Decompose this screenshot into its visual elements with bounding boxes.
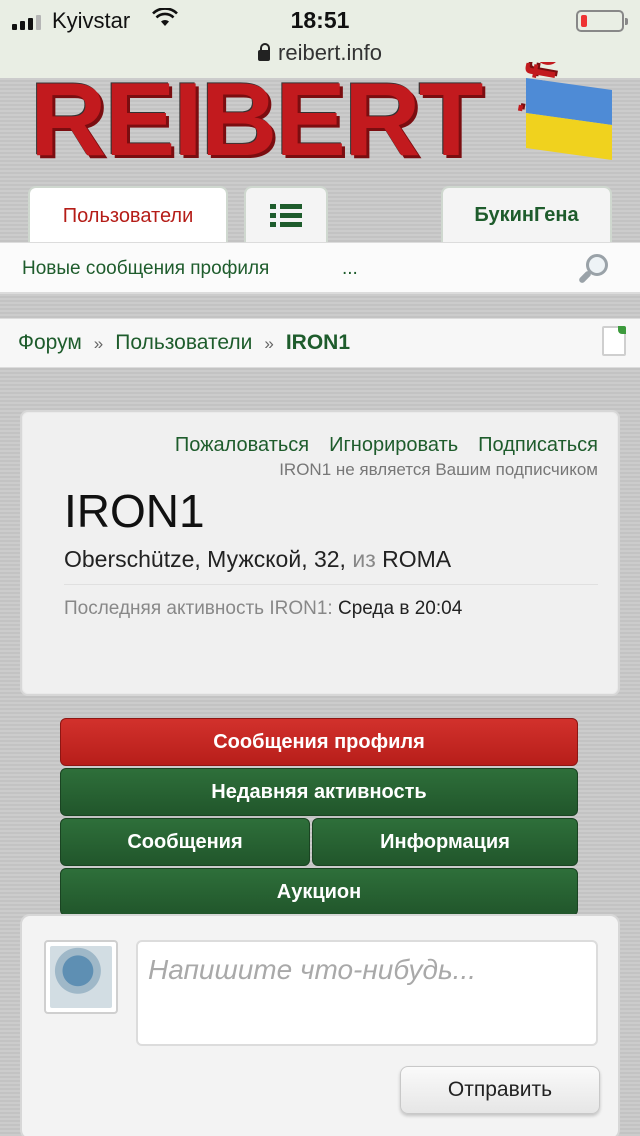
avatar[interactable] bbox=[44, 940, 118, 1014]
divider bbox=[64, 584, 598, 585]
last-activity: Последняя активность IRON1: Среда в 20:0… bbox=[64, 598, 462, 620]
follow-link[interactable]: Подписаться bbox=[478, 434, 598, 457]
breadcrumb-separator: » bbox=[93, 334, 104, 353]
profile-info-text: Oberschütze, Мужской, 32, bbox=[64, 546, 346, 572]
subnav-more[interactable]: ... bbox=[342, 258, 358, 280]
sub-navigation: Новые сообщения профиля ... bbox=[0, 242, 640, 294]
tab-profile-posts[interactable]: Сообщения профиля bbox=[60, 718, 578, 766]
profile-from-word: из bbox=[352, 546, 376, 572]
battery-icon bbox=[576, 10, 628, 32]
submit-button[interactable]: Отправить bbox=[400, 1066, 600, 1114]
logo-wordmark: REIBERT bbox=[30, 62, 483, 172]
post-input[interactable] bbox=[136, 940, 598, 1046]
tab-posts[interactable]: Сообщения bbox=[60, 818, 310, 866]
tab-account-label: БукинГена bbox=[474, 203, 579, 226]
last-activity-label: Последняя активность IRON1: bbox=[64, 598, 333, 619]
breadcrumb-users[interactable]: Пользователи bbox=[115, 331, 252, 355]
tab-auction[interactable]: Аукцион bbox=[60, 868, 578, 916]
breadcrumb-forum[interactable]: Форум bbox=[18, 331, 82, 355]
site-logo[interactable]: REIBERT info bbox=[30, 62, 590, 172]
profile-card: Пожаловаться Игнорировать Подписаться IR… bbox=[20, 410, 620, 696]
tab-recent-activity[interactable]: Недавняя активность bbox=[60, 768, 578, 816]
profile-info: Oberschütze, Мужской, 32, из ROMA bbox=[64, 546, 451, 573]
tab-information[interactable]: Информация bbox=[312, 818, 578, 866]
breadcrumb-current[interactable]: IRON1 bbox=[286, 331, 350, 355]
profile-post-composer: Отправить bbox=[20, 914, 620, 1136]
follow-status-note: IRON1 не является Вашим подписчиком bbox=[279, 460, 598, 479]
document-icon[interactable] bbox=[602, 326, 626, 356]
breadcrumb-separator: » bbox=[264, 334, 274, 353]
list-menu-icon bbox=[270, 203, 302, 227]
lock-icon bbox=[258, 43, 271, 61]
tab-users[interactable]: Пользователи bbox=[28, 186, 228, 244]
clock: 18:51 bbox=[290, 7, 350, 33]
tab-users-label: Пользователи bbox=[62, 204, 194, 227]
profile-username: IRON1 bbox=[64, 485, 205, 537]
breadcrumb: Форум » Пользователи » IRON1 bbox=[0, 318, 640, 368]
report-link[interactable]: Пожаловаться bbox=[175, 434, 309, 457]
profile-location: ROMA bbox=[382, 546, 452, 572]
subnav-new-profile-posts[interactable]: Новые сообщения профиля bbox=[22, 258, 269, 280]
ukraine-flag-icon bbox=[526, 77, 612, 161]
status-bar: Kyivstar 18:51 bbox=[0, 0, 640, 40]
search-icon[interactable] bbox=[577, 254, 610, 286]
ignore-link[interactable]: Игнорировать bbox=[329, 434, 458, 457]
tab-menu[interactable] bbox=[244, 186, 328, 242]
tab-account[interactable]: БукинГена bbox=[441, 186, 612, 242]
last-activity-value: Среда в 20:04 bbox=[337, 598, 463, 619]
